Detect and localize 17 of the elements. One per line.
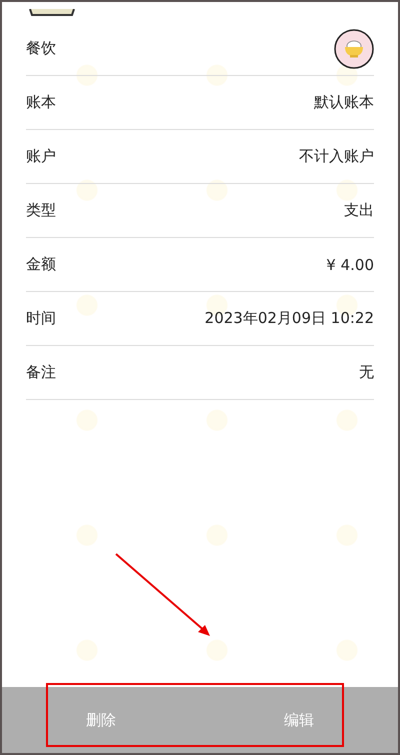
category-label: 餐饮 [26,39,56,58]
field-label: 备注 [26,363,56,382]
field-label: 金额 [26,255,56,274]
field-value: 无 [359,363,374,382]
field-value: 支出 [344,201,374,220]
field-value: 默认账本 [314,93,374,112]
field-label: 账本 [26,93,56,112]
delete-button[interactable]: 删除 [2,687,200,753]
rice-bowl-icon [334,28,374,68]
field-value: ¥ 4.00 [326,256,374,274]
field-label: 账户 [26,147,56,166]
field-value: 不计入账户 [299,147,374,166]
emblem-icon [28,9,76,17]
edit-button[interactable]: 编辑 [200,687,398,753]
field-label: 类型 [26,201,56,220]
field-label: 时间 [26,309,56,328]
field-value: 2023年02月09日 10:22 [204,309,374,328]
